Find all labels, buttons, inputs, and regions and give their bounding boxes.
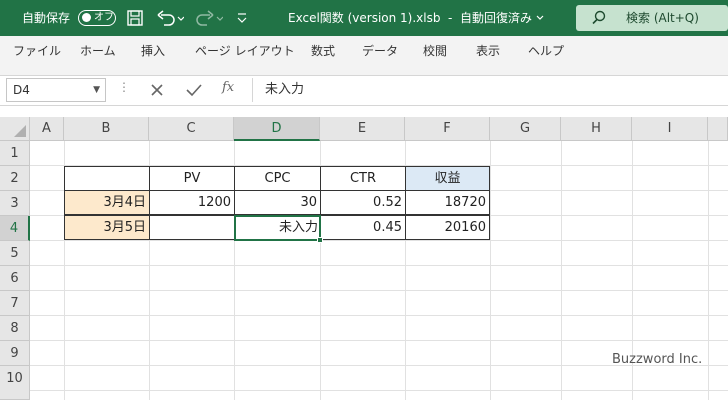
column-header-d[interactable]: D <box>234 117 320 141</box>
autosave-state: オフ <box>94 12 114 23</box>
check-icon[interactable] <box>186 80 202 104</box>
active-cell-outline <box>234 215 321 241</box>
cell-f4[interactable]: 20160 <box>405 215 490 240</box>
gridline <box>30 315 728 316</box>
document-title: Excel関数 (version 1).xlsb <box>288 11 441 25</box>
tab-insert[interactable]: 挿入 <box>141 36 165 66</box>
cell-c4[interactable] <box>149 215 235 240</box>
cell-e2[interactable]: CTR <box>320 166 406 191</box>
watermark: Buzzword Inc. <box>612 352 703 367</box>
gridline <box>490 141 491 400</box>
cell-b2[interactable] <box>64 166 150 191</box>
cell-b4[interactable]: 3月5日 <box>64 215 150 240</box>
column-header-overflow[interactable] <box>708 117 728 141</box>
gridline <box>30 240 728 241</box>
row-header-9[interactable]: 9 <box>0 341 30 366</box>
gridline <box>30 340 728 341</box>
chevron-down-icon[interactable] <box>536 10 544 26</box>
row-header-2[interactable]: 2 <box>0 166 30 191</box>
tab-data[interactable]: データ <box>362 36 398 66</box>
undo-icon[interactable] <box>156 9 185 27</box>
formula-bar: D4 ▼ ⋮ fx 未入力 <box>0 76 728 106</box>
cell-e3[interactable]: 0.52 <box>320 190 406 215</box>
row-header-1[interactable]: 1 <box>0 141 30 166</box>
autosave-label: 自動保存 <box>22 11 71 25</box>
row-header-7[interactable]: 7 <box>0 291 30 316</box>
save-icon[interactable] <box>126 9 144 27</box>
cell-d2[interactable]: CPC <box>234 166 321 191</box>
fill-handle[interactable] <box>317 237 323 243</box>
column-header-a[interactable]: A <box>30 117 64 141</box>
redo-icon[interactable] <box>195 9 224 27</box>
row-header-10[interactable]: 10 <box>0 366 30 400</box>
gridline <box>708 141 709 400</box>
name-box[interactable]: D4 ▼ <box>6 78 106 102</box>
cell-c3[interactable]: 1200 <box>149 190 235 215</box>
column-header-g[interactable]: G <box>490 117 561 141</box>
worksheet-grid: A B C D E F G H I 1 2 3 4 5 6 7 8 9 10 P… <box>0 117 728 400</box>
autosave-toggle[interactable]: オフ <box>78 10 116 26</box>
chevron-down-icon[interactable]: ▼ <box>93 79 100 101</box>
formula-input[interactable]: 未入力 <box>252 78 728 102</box>
title-bar: 自動保存 オフ Excel関数 (version 1).xlsb - 自動回復済… <box>0 0 728 36</box>
tab-help[interactable]: ヘルプ <box>528 36 564 66</box>
save-status[interactable]: 自動回復済み <box>460 0 532 36</box>
tab-formulas[interactable]: 数式 <box>311 36 335 66</box>
select-all-button[interactable] <box>0 117 30 141</box>
search-box[interactable]: 検索 (Alt+Q) <box>576 5 728 31</box>
tab-review[interactable]: 校閲 <box>423 36 447 66</box>
title-separator: - <box>448 11 453 25</box>
row-header-4[interactable]: 4 <box>0 216 30 241</box>
gridline <box>30 290 728 291</box>
tab-home[interactable]: ホーム <box>80 36 116 66</box>
cancel-icon[interactable] <box>150 80 164 104</box>
select-all-triangle-icon <box>14 125 26 137</box>
column-header-f[interactable]: F <box>405 117 490 141</box>
more-options-icon[interactable]: ⋮ <box>118 80 130 94</box>
cell-e4[interactable]: 0.45 <box>320 215 406 240</box>
column-header-e[interactable]: E <box>320 117 405 141</box>
row-header-3[interactable]: 3 <box>0 191 30 216</box>
gridline <box>561 141 562 400</box>
fx-icon[interactable]: fx <box>222 80 234 95</box>
toggle-knob <box>82 13 91 22</box>
column-header-c[interactable]: C <box>149 117 234 141</box>
tab-view[interactable]: 表示 <box>476 36 500 66</box>
column-header-b[interactable]: B <box>64 117 149 141</box>
column-header-i[interactable]: I <box>632 117 708 141</box>
tab-page-layout[interactable]: ページ レイアウト <box>195 36 295 66</box>
search-icon <box>592 5 606 40</box>
name-box-value: D4 <box>13 83 30 97</box>
search-label: 検索 (Alt+Q) <box>626 11 699 25</box>
cell-f2[interactable]: 収益 <box>405 166 490 191</box>
tab-file[interactable]: ファイル <box>13 36 61 66</box>
row-header-5[interactable]: 5 <box>0 241 30 266</box>
ribbon-tabs: ファイル ホーム 挿入 ページ レイアウト 数式 データ 校閲 表示 ヘルプ <box>0 36 728 66</box>
row-header-6[interactable]: 6 <box>0 266 30 291</box>
cell-d3[interactable]: 30 <box>234 190 321 215</box>
column-header-h[interactable]: H <box>561 117 632 141</box>
row-header-8[interactable]: 8 <box>0 316 30 341</box>
cell-f3[interactable]: 18720 <box>405 190 490 215</box>
customize-qat-icon[interactable] <box>236 10 248 26</box>
gridline <box>30 265 728 266</box>
ribbon-collapsed-area <box>0 66 728 76</box>
cell-b3[interactable]: 3月4日 <box>64 190 150 215</box>
cell-c2[interactable]: PV <box>149 166 235 191</box>
gridline <box>30 390 728 391</box>
